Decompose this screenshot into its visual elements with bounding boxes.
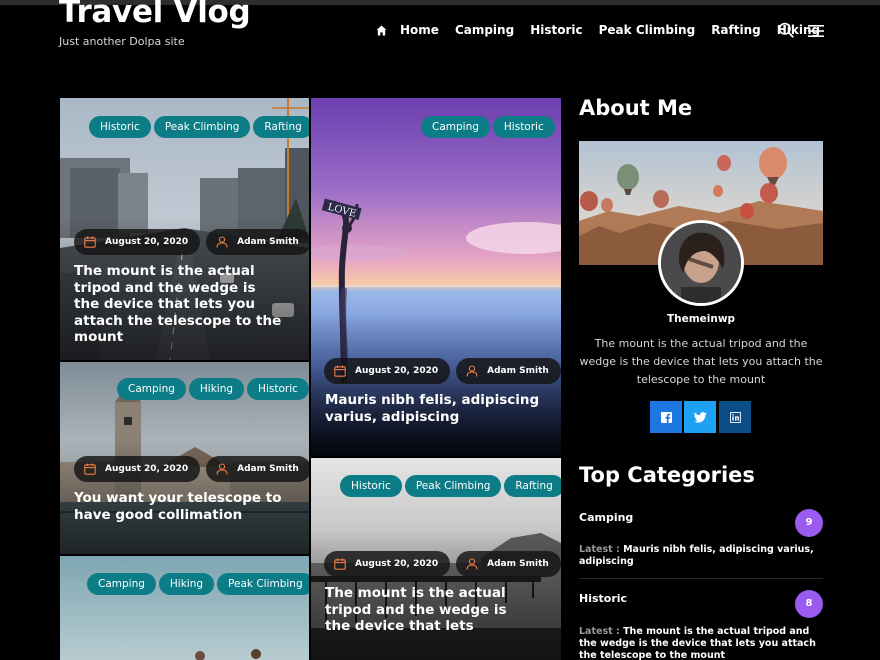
- site-title[interactable]: Travel Vlog: [59, 0, 251, 30]
- post-meta: August 20, 2020 Adam Smith: [324, 551, 561, 577]
- tag-historic[interactable]: Historic: [89, 116, 151, 138]
- post-meta: August 20, 2020 Adam Smith: [74, 229, 309, 255]
- facebook-button[interactable]: [650, 401, 682, 433]
- tag-historic[interactable]: Historic: [340, 475, 402, 497]
- category-latest-historic[interactable]: Latest : The mount is the actual tripod …: [579, 626, 823, 660]
- post-card-4[interactable]: Historic Peak Climbing Rafting August 20…: [311, 458, 561, 660]
- post-author[interactable]: Adam Smith: [206, 456, 309, 482]
- post-title[interactable]: The mount is the actual tripod and the w…: [74, 263, 284, 346]
- post-date-text: August 20, 2020: [105, 464, 189, 474]
- linkedin-icon: [729, 411, 741, 423]
- tag-hiking[interactable]: Hiking: [188, 378, 245, 400]
- top-categories-heading: Top Categories: [579, 463, 755, 487]
- user-icon: [216, 463, 228, 475]
- post-tags: Camping Hiking Peak Climbing: [87, 573, 309, 595]
- calendar-icon: [334, 365, 346, 377]
- tag-hiking[interactable]: Hiking: [158, 573, 215, 595]
- category-count-badge: 9: [795, 509, 823, 537]
- calendar-icon: [84, 236, 96, 248]
- calendar-icon: [84, 463, 96, 475]
- tag-peak-climbing[interactable]: Peak Climbing: [153, 116, 251, 138]
- author-name[interactable]: Themeinwp: [579, 313, 823, 325]
- post-tags: Historic Peak Climbing Rafting: [89, 116, 309, 138]
- post-author-text: Adam Smith: [487, 366, 549, 376]
- user-icon: [216, 236, 228, 248]
- user-icon: [466, 558, 478, 570]
- tag-peak-climbing[interactable]: Peak Climbing: [404, 475, 502, 497]
- search-icon[interactable]: [778, 22, 794, 38]
- about-me-heading: About Me: [579, 96, 693, 120]
- post-card-5[interactable]: Camping Hiking Peak Climbing: [60, 556, 309, 660]
- tag-peak-climbing[interactable]: Peak Climbing: [217, 573, 309, 595]
- post-date-text: August 20, 2020: [105, 237, 189, 247]
- author-avatar: [658, 220, 744, 306]
- post-author-text: Adam Smith: [237, 464, 299, 474]
- tag-historic[interactable]: Historic: [247, 378, 309, 400]
- post-date-text: August 20, 2020: [355, 559, 439, 569]
- tag-historic[interactable]: Historic: [492, 116, 555, 138]
- category-name-historic[interactable]: Historic: [579, 592, 627, 605]
- post-author-text: Adam Smith: [487, 559, 549, 569]
- post-image-sky: [60, 556, 309, 660]
- post-meta: August 20, 2020 Adam Smith: [74, 456, 309, 482]
- nav-item-historic[interactable]: Historic: [530, 23, 582, 37]
- site-tagline: Just another Dolpa site: [59, 35, 185, 48]
- tag-camping[interactable]: Camping: [117, 378, 186, 400]
- twitter-button[interactable]: [684, 401, 716, 433]
- user-icon: [466, 365, 478, 377]
- main-nav: Home Camping Historic Peak Climbing Raft…: [376, 21, 820, 39]
- category-name-camping[interactable]: Camping: [579, 511, 633, 524]
- post-card-2[interactable]: LOVE Camping Historic August 20, 2020 Ad…: [311, 98, 561, 456]
- latest-label: Latest :: [579, 544, 620, 555]
- facebook-icon: [660, 411, 672, 423]
- post-title[interactable]: You want your telescope to have good col…: [74, 490, 284, 523]
- nav-item-peak-climbing[interactable]: Peak Climbing: [599, 23, 696, 37]
- post-card-3[interactable]: Camping Hiking Historic August 20, 2020 …: [60, 362, 309, 554]
- post-author[interactable]: Adam Smith: [456, 358, 561, 384]
- linkedin-button[interactable]: [719, 401, 751, 433]
- tag-camping[interactable]: Camping: [87, 573, 156, 595]
- post-date-text: August 20, 2020: [355, 366, 439, 376]
- nav-item-home[interactable]: Home: [400, 23, 439, 37]
- post-card-1[interactable]: Historic Peak Climbing Rafting August 20…: [60, 98, 309, 360]
- post-date[interactable]: August 20, 2020: [324, 551, 451, 577]
- tag-camping[interactable]: Camping: [421, 116, 490, 138]
- tag-rafting[interactable]: Rafting: [504, 475, 561, 497]
- twitter-icon: [693, 411, 707, 423]
- home-icon[interactable]: [376, 24, 387, 36]
- author-bio: The mount is the actual tripod and the w…: [579, 337, 823, 386]
- post-tags: Historic Peak Climbing Rafting: [340, 475, 561, 497]
- post-date[interactable]: August 20, 2020: [74, 456, 201, 482]
- divider: [579, 578, 823, 579]
- nav-item-camping[interactable]: Camping: [455, 23, 514, 37]
- post-meta: August 20, 2020 Adam Smith: [324, 358, 561, 384]
- hamburger-menu-icon[interactable]: [808, 23, 824, 37]
- post-title[interactable]: The mount is the actual tripod and the w…: [325, 585, 535, 635]
- tag-rafting[interactable]: Rafting: [253, 116, 309, 138]
- post-author[interactable]: Adam Smith: [456, 551, 561, 577]
- post-title[interactable]: Mauris nibh felis, adipiscing varius, ad…: [325, 392, 540, 425]
- post-author[interactable]: Adam Smith: [206, 229, 309, 255]
- post-tags: Camping Hiking Historic: [117, 378, 309, 400]
- category-latest-camping[interactable]: Latest : Mauris nibh felis, adipiscing v…: [579, 544, 823, 568]
- nav-item-rafting[interactable]: Rafting: [711, 23, 761, 37]
- latest-label: Latest :: [579, 626, 620, 637]
- category-count-badge: 8: [795, 590, 823, 618]
- post-date[interactable]: August 20, 2020: [324, 358, 451, 384]
- post-author-text: Adam Smith: [237, 237, 299, 247]
- calendar-icon: [334, 558, 346, 570]
- post-tags: Camping Historic: [421, 116, 555, 138]
- post-date[interactable]: August 20, 2020: [74, 229, 201, 255]
